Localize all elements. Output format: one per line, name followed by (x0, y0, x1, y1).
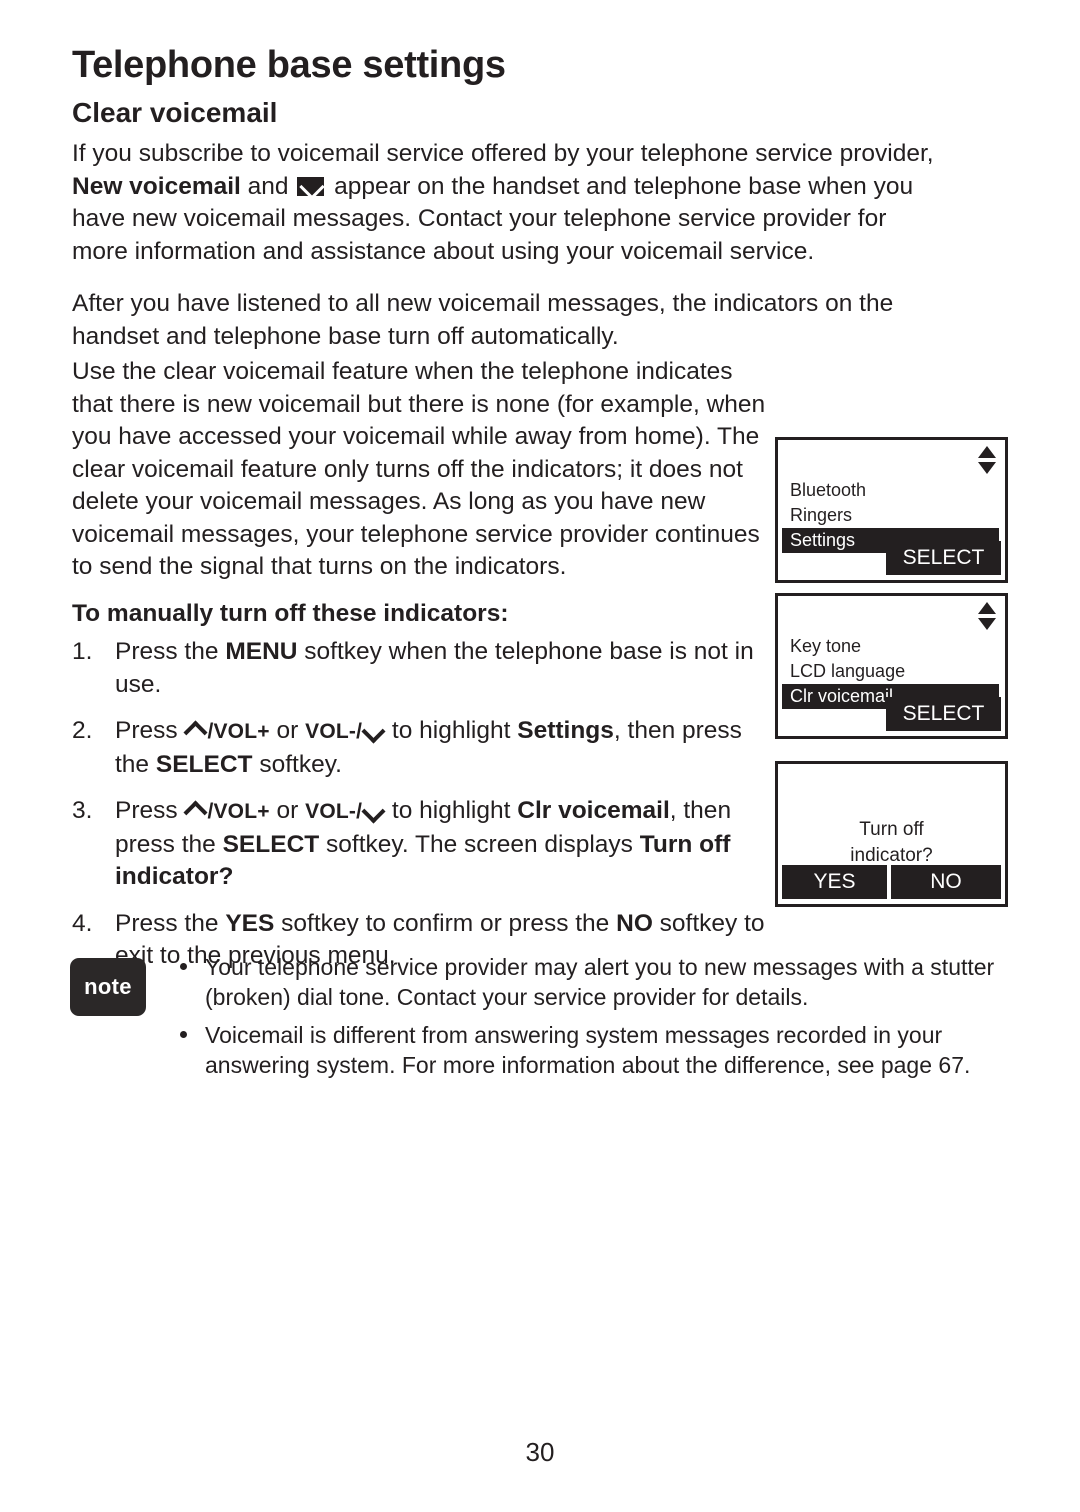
envelope-icon (297, 176, 325, 196)
note-item-text: Voicemail is different from answering sy… (205, 1022, 971, 1078)
step-3-text-mid: or (269, 797, 306, 824)
step-2: 2. Press /VOL+ or VOL-/ to highlight Sett… (72, 715, 772, 781)
step-1-number: 1. (72, 638, 93, 665)
bullet-icon (180, 1031, 187, 1038)
volume-up-chevron-icon (184, 723, 207, 737)
intro-paragraph: If you subscribe to voicemail service of… (72, 138, 948, 268)
step-1-text-a: Press the (115, 638, 226, 665)
main-menu-screen: Bluetooth Ringers Settings SELECT (775, 437, 1008, 583)
step-3: 3. Press /VOL+ or VOL-/ to highlight Clr … (72, 795, 772, 894)
step-3-text-d: softkey. The screen displays (319, 830, 640, 858)
intro-text-b: and (240, 172, 296, 200)
vol-up-label: /VOL+ (207, 800, 270, 823)
vol-down-label: VOL-/ (305, 800, 363, 823)
step-4-text-a: Press the (115, 909, 226, 937)
volume-down-chevron-icon (362, 803, 385, 817)
arrow-up-icon (978, 602, 996, 614)
no-softkey-term: NO (616, 909, 653, 937)
settings-term: Settings (517, 717, 614, 744)
step-2-number: 2. (72, 717, 93, 744)
section-title: Clear voicemail (72, 97, 278, 128)
vol-down-label: VOL-/ (305, 720, 363, 743)
select-softkey-term-2: SELECT (155, 750, 253, 778)
dialog-prompt: Turn off indicator? (778, 817, 1005, 869)
dialog-prompt-line-1: Turn off (859, 819, 924, 840)
clr-voicemail-term: Clr voicemail (517, 797, 670, 824)
yes-softkey[interactable]: YES (782, 865, 887, 899)
volume-up-chevron-icon (184, 803, 207, 817)
menu-item-lcd-language[interactable]: LCD language (778, 659, 1005, 684)
auto-off-paragraph: After you have listened to all new voice… (72, 290, 894, 350)
clear-feature-paragraph: Use the clear voicemail feature when the… (72, 358, 766, 580)
procedure-heading: To manually turn off these indicators: (72, 600, 509, 627)
step-2-text-mid: or (269, 717, 306, 744)
menu-softkey-term: MENU (225, 638, 298, 665)
menu-item-key-tone[interactable]: Key tone (778, 634, 1005, 659)
new-voicemail-term: New voicemail (72, 172, 241, 200)
page-title: Telephone base settings (72, 44, 506, 86)
vol-up-label: /VOL+ (207, 720, 270, 743)
step-3-text-a: Press (115, 797, 185, 824)
note-item-list: Your telephone service provider may aler… (172, 952, 1010, 1080)
step-2-text-a: Press (115, 717, 185, 744)
intro-text-a: If you subscribe to voicemail service of… (72, 140, 934, 167)
manual-page: Telephone base settings Clear voicemail … (0, 0, 1080, 1512)
note-item: Your telephone service provider may aler… (172, 952, 1010, 1012)
select-softkey-1[interactable]: SELECT (886, 541, 1001, 575)
yes-softkey-term: YES (225, 909, 275, 937)
bullet-icon (180, 963, 187, 970)
select-softkey-2[interactable]: SELECT (886, 697, 1001, 731)
arrow-down-icon (978, 462, 996, 474)
page-number: 30 (525, 1437, 555, 1467)
note-box: note Your telephone service provider may… (70, 952, 1010, 1088)
note-badge: note (70, 958, 146, 1016)
step-1: 1. Press the MENU softkey when the teleph… (72, 636, 772, 701)
settings-menu-screen: Key tone LCD language Clr voicemail SELE… (775, 593, 1008, 739)
procedure-steps: 1. Press the MENU softkey when the teleph… (72, 636, 772, 987)
step-4-number: 4. (72, 909, 93, 937)
up-down-arrows-icon (978, 601, 996, 637)
select-softkey-term-3: SELECT (222, 830, 320, 858)
menu-item-ringers[interactable]: Ringers (778, 503, 1005, 528)
step-3-number: 3. (72, 797, 93, 824)
step-2-text-b: to highlight (385, 717, 518, 744)
step-3-text-b: to highlight (385, 797, 518, 824)
arrow-down-icon (978, 618, 996, 630)
arrow-up-icon (978, 446, 996, 458)
up-down-arrows-icon (978, 445, 996, 481)
note-item: Voicemail is different from answering sy… (172, 1020, 1010, 1080)
volume-down-chevron-icon (362, 723, 385, 737)
step-2-text-d: softkey. (252, 750, 342, 778)
menu-item-bluetooth[interactable]: Bluetooth (778, 478, 1005, 503)
note-item-text: Your telephone service provider may aler… (205, 954, 995, 1010)
step-4-text-b: softkey to confirm or press the (274, 909, 617, 937)
confirm-dialog-screen: Turn off indicator? YES NO (775, 761, 1008, 907)
no-softkey[interactable]: NO (891, 865, 1001, 899)
